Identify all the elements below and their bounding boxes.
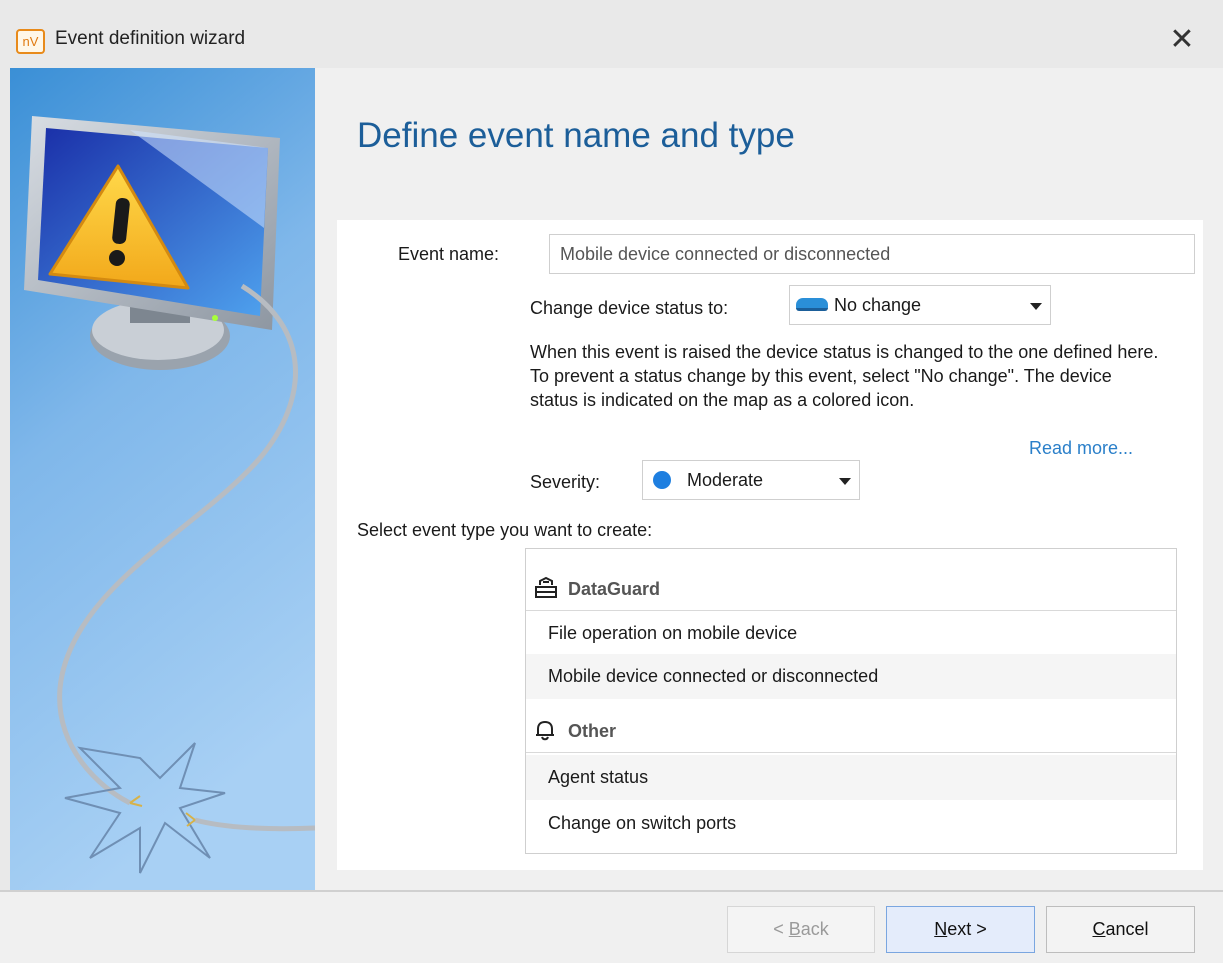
event-type-list: DataGuard File operation on mobile devic…: [525, 548, 1177, 854]
event-name-label: Event name:: [398, 244, 500, 264]
severity-value: Moderate: [687, 470, 764, 490]
bell-icon: [534, 719, 556, 741]
window-title: Event definition wizard: [55, 28, 246, 49]
group-label-dataguard: DataGuard: [568, 579, 661, 599]
device-status-label: Change device status to:: [530, 298, 729, 318]
wizard-footer: < Back Next > Cancel: [0, 890, 1223, 963]
list-item[interactable]: File operation on mobile device: [526, 611, 1176, 656]
monitor-warning-illustration: [10, 68, 315, 890]
app-logo-icon: nV: [16, 29, 45, 54]
device-status-value: No change: [834, 295, 922, 315]
list-item-label: Agent status: [548, 767, 649, 787]
list-item-label: File operation on mobile device: [548, 623, 798, 643]
back-button-key: B: [788, 919, 801, 939]
back-button-rest: ack: [800, 919, 829, 939]
next-button-rest: ext >: [947, 919, 987, 939]
chevron-down-icon: [1030, 303, 1042, 310]
cancel-button-rest: ancel: [1105, 919, 1149, 939]
cancel-button-key: C: [1092, 919, 1106, 939]
wizard-content: Define event name and type Event name: C…: [315, 68, 1223, 890]
event-settings-panel: Event name: Change device status to: No …: [337, 220, 1203, 870]
wizard-window: nV Event definition wizard ✕ Define even…: [0, 0, 1223, 963]
group-header-dataguard: DataGuard: [526, 565, 1176, 611]
next-button-key: N: [934, 919, 948, 939]
event-type-prompt: Select event type you want to create:: [357, 520, 653, 540]
back-button-prefix: <: [773, 919, 789, 939]
close-button[interactable]: ✕: [1160, 20, 1204, 60]
list-item[interactable]: Change on switch ports: [526, 801, 1176, 846]
device-status-icon: [796, 298, 828, 311]
group-header-other: Other: [526, 707, 1176, 753]
cancel-button[interactable]: Cancel: [1046, 906, 1195, 953]
event-name-input[interactable]: [549, 234, 1195, 274]
title-bar: nV Event definition wizard ✕: [0, 0, 1223, 68]
list-item-label: Mobile device connected or disconnected: [548, 666, 879, 686]
list-item[interactable]: Agent status: [526, 755, 1176, 800]
read-more-link[interactable]: Read more...: [1029, 438, 1133, 459]
wizard-illustration: [10, 68, 315, 890]
back-button[interactable]: < Back: [727, 906, 875, 953]
severity-dot-icon: [653, 471, 671, 489]
page-title: Define event name and type: [357, 116, 795, 155]
list-item[interactable]: Mobile device connected or disconnected: [526, 654, 1176, 699]
device-status-dropdown[interactable]: No change: [789, 285, 1051, 325]
dataguard-icon: [534, 575, 558, 599]
chevron-down-icon: [839, 478, 851, 485]
device-status-description: When this event is raised the device sta…: [530, 342, 1159, 410]
severity-dropdown[interactable]: Moderate: [642, 460, 860, 500]
list-item-label: Change on switch ports: [548, 813, 737, 833]
severity-label: Severity:: [530, 472, 601, 492]
next-button[interactable]: Next >: [886, 906, 1035, 953]
group-label-other: Other: [568, 721, 617, 741]
